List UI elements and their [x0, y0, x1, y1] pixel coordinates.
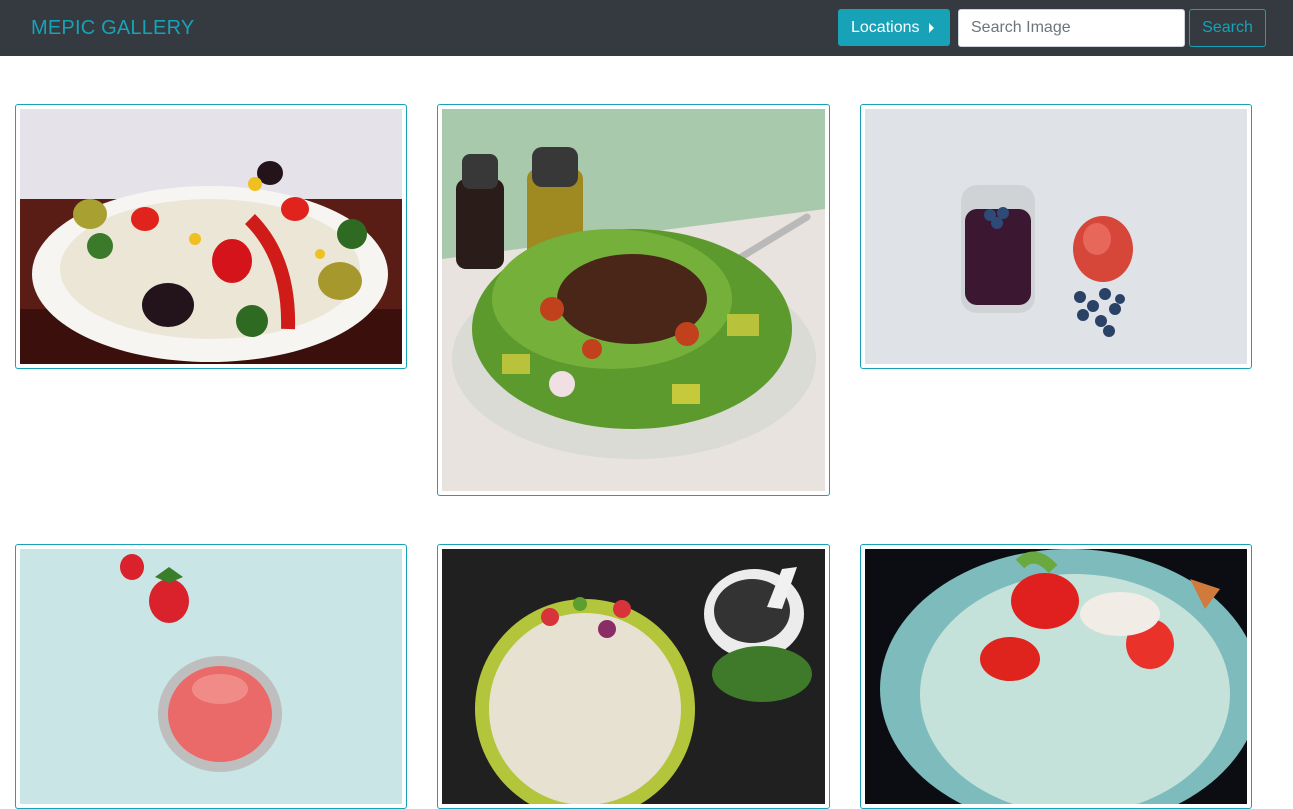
berry-smoothie-image [865, 109, 1247, 364]
brand-link[interactable]: MEPIC GALLERY [31, 16, 194, 40]
locations-dropdown-button[interactable]: Locations [838, 9, 950, 46]
strawberry-smoothie-image [20, 549, 402, 804]
salad-plate-image [20, 109, 402, 364]
caret-right-icon [929, 23, 934, 33]
gallery-image-card[interactable] [860, 544, 1252, 809]
gallery-image-card[interactable] [860, 104, 1252, 369]
gallery-image-card[interactable] [437, 544, 830, 809]
gallery-image-card[interactable] [15, 104, 407, 369]
gallery-image-card[interactable] [15, 544, 407, 809]
navbar: MEPIC GALLERY Locations Search [0, 0, 1293, 56]
locations-label: Locations [851, 19, 920, 36]
gallery-image-card[interactable] [437, 104, 830, 496]
search-input[interactable] [958, 9, 1185, 47]
salad-bowl-mortar-image [442, 549, 825, 804]
green-salad-image [442, 109, 825, 491]
search-button[interactable]: Search [1189, 9, 1266, 47]
salad-bowl-tomatoes-image [865, 549, 1247, 804]
